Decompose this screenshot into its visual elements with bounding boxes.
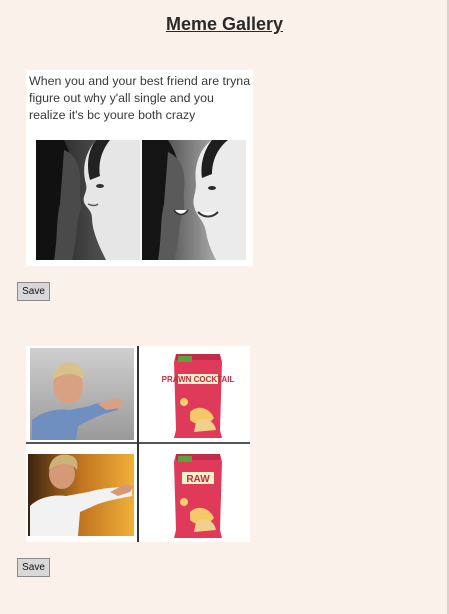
save-button[interactable]: Save xyxy=(17,282,50,301)
meme-image: PRAWN COCKTAIL RAW xyxy=(26,346,250,542)
pack-label: RAW xyxy=(186,474,210,485)
save-button[interactable]: Save xyxy=(17,558,50,577)
meme-photo xyxy=(36,140,246,260)
page-title: Meme Gallery xyxy=(165,14,284,34)
meme-photo: PRAWN COCKTAIL RAW xyxy=(26,346,250,542)
pack-label: PRAWN COCKTAIL xyxy=(162,375,235,384)
meme-image: When you and your best friend are tryna … xyxy=(26,70,253,266)
meme-caption: When you and your best friend are tryna … xyxy=(29,74,251,122)
